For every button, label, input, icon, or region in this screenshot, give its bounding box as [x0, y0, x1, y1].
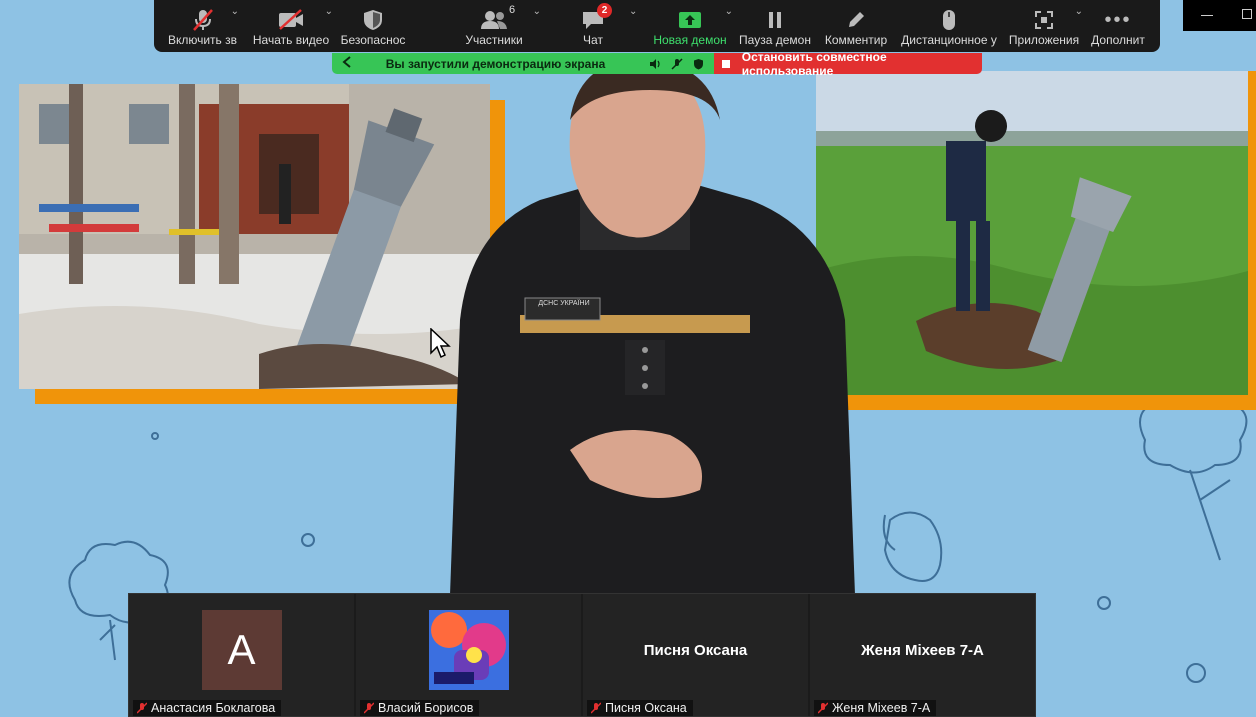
pause-icon [766, 7, 784, 33]
unmute-button[interactable]: ⌄ Включить зв [160, 0, 245, 52]
annotate-button[interactable]: Комментир [817, 0, 895, 52]
start-video-button[interactable]: ⌄ Начать видео [245, 0, 337, 52]
pause-share-button[interactable]: Пауза демон [733, 0, 817, 52]
drag-handle-icon[interactable] [342, 56, 352, 71]
participants-icon [480, 7, 508, 33]
participant-name-tag: Писня Оксана [587, 700, 693, 716]
chevron-down-icon[interactable]: ⌄ [533, 6, 541, 17]
participant-display-name: Женя Міхеев 7-А [861, 641, 984, 659]
sapper-field-photo [816, 71, 1248, 395]
chevron-down-icon[interactable]: ⌄ [1075, 6, 1083, 17]
muted-mic-icon [818, 702, 828, 714]
participant-name-tag: Анастасия Боклагова [133, 700, 282, 716]
participant-tile[interactable]: Власий Борисов [356, 594, 581, 716]
participants-button[interactable]: 6 ⌄ Участники [439, 0, 549, 52]
participant-display-name: Писня Оксана [643, 641, 748, 659]
screen-share-banner: Вы запустили демонстрацию экрана Останов… [332, 50, 982, 78]
muted-mic-icon [591, 702, 601, 714]
meeting-toolbar: ⌄ Включить зв ⌄ Начать видео Безопаснос … [154, 0, 1160, 52]
chevron-down-icon[interactable]: ⌄ [629, 6, 637, 17]
security-button[interactable]: Безопаснос [337, 0, 409, 52]
participant-name-tag: Власий Борисов [360, 700, 480, 716]
speaker-icon[interactable] [649, 58, 661, 70]
muted-mic-icon [137, 702, 147, 714]
chevron-down-icon[interactable]: ⌄ [325, 6, 333, 17]
presenter-patch-text: ДСНС УКРАЇНИ [538, 300, 590, 307]
chevron-down-icon[interactable]: ⌄ [725, 6, 733, 17]
window-controls [1183, 0, 1256, 31]
apps-button[interactable]: ⌄ Приложения [1003, 0, 1085, 52]
muted-mic-icon [364, 702, 374, 714]
shield-icon[interactable] [693, 58, 704, 70]
participants-count: 6 [509, 4, 516, 16]
share-status-message: Вы запустили демонстрацию экрана [385, 56, 606, 71]
stop-share-button[interactable]: Остановить совместное использование [714, 50, 982, 78]
chat-button[interactable]: 2 Чат [563, 0, 623, 52]
participant-tile[interactable]: Женя Міхеев 7-А Женя Міхеев 7-А [810, 594, 1035, 716]
apps-icon [1034, 7, 1054, 33]
new-share-button[interactable]: ⌄ Новая демон [647, 0, 733, 52]
pen-icon [846, 7, 866, 33]
avatar: A [201, 610, 282, 690]
participant-name-tag: Женя Міхеев 7-А [814, 700, 937, 716]
share-screen-icon [678, 7, 702, 33]
video-off-icon [277, 7, 305, 33]
mouse-icon [941, 7, 957, 33]
participant-tile[interactable]: Писня Оксана Писня Оксана [583, 594, 808, 716]
chat-unread-badge: 2 [597, 3, 612, 18]
remote-control-button[interactable]: Дистанционное у [895, 0, 1003, 52]
muted-mic-icon [192, 7, 214, 33]
muted-mic-icon[interactable] [671, 57, 683, 70]
share-status-bar[interactable]: Вы запустили демонстрацию экрана [332, 53, 714, 74]
participants-strip: A Анастасия Боклагова Власий Борисов Пис… [128, 593, 1036, 717]
mouse-cursor-icon [430, 328, 451, 359]
more-button[interactable]: ••• Дополнит [1085, 0, 1151, 52]
restore-window-icon[interactable] [1242, 9, 1252, 19]
participant-tile[interactable]: A Анастасия Боклагова [129, 594, 354, 716]
shield-icon [363, 7, 383, 33]
chevron-down-icon[interactable]: ⌄ [231, 6, 239, 17]
game-avatar-image [428, 610, 509, 690]
minimize-icon[interactable] [1201, 15, 1213, 16]
stop-icon [722, 59, 730, 68]
more-icon: ••• [1104, 8, 1132, 31]
chat-options-button[interactable]: ⌄ [623, 0, 647, 52]
presenter-video: ДСНС УКРАЇНИ [420, 59, 865, 595]
